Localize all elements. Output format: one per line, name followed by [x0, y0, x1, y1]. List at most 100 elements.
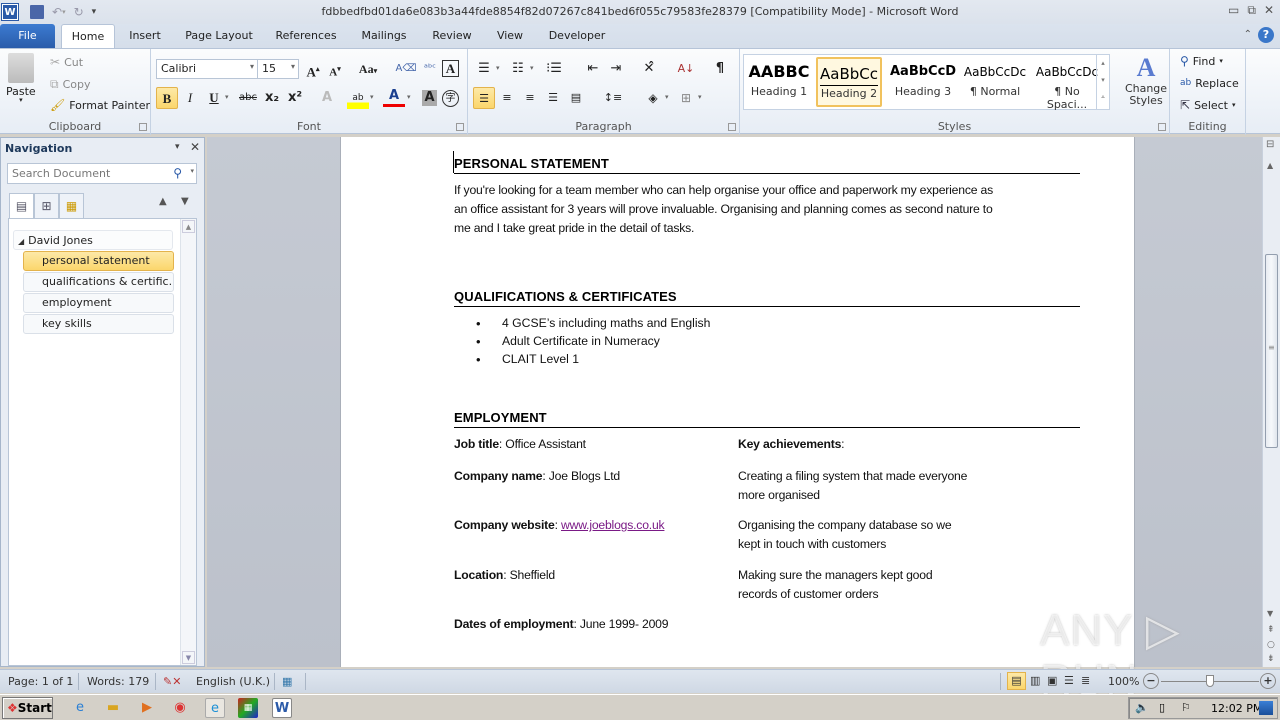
paragraph-launcher-icon[interactable]: [728, 123, 736, 131]
style-normal[interactable]: AaBbCcDc ¶ Normal: [962, 57, 1028, 107]
company-website-link[interactable]: www.joeblogs.co.uk: [561, 518, 665, 532]
highlight-color-icon[interactable]: ab: [347, 87, 369, 109]
tree-item-employment[interactable]: employment: [23, 293, 174, 313]
tab-references[interactable]: References: [268, 24, 344, 48]
numbering-icon[interactable]: ☷: [507, 58, 529, 80]
tab-browse-headings[interactable]: ▤: [9, 193, 34, 219]
scroll-down-icon[interactable]: ▼: [1267, 609, 1273, 618]
zoom-level[interactable]: 100%: [1108, 675, 1139, 688]
justify-icon[interactable]: ☰: [542, 87, 564, 109]
copy-button[interactable]: ⧉ Copy: [50, 76, 90, 92]
borders-icon[interactable]: ⊞: [675, 87, 697, 109]
media-player-icon[interactable]: ▶: [137, 698, 157, 718]
bullets-dropdown-icon[interactable]: ▾: [496, 64, 500, 72]
align-right-icon[interactable]: ≡: [519, 87, 541, 109]
clock[interactable]: 12:02 PM: [1211, 702, 1262, 715]
font-color-icon[interactable]: A: [383, 87, 405, 107]
decrease-indent-icon[interactable]: ⇤: [582, 58, 604, 80]
proofing-icon[interactable]: ✎✕: [163, 675, 181, 688]
show-formatting-marks-button[interactable]: ¶: [709, 58, 731, 80]
style-heading-3[interactable]: AaBbCcD Heading 3: [890, 57, 956, 107]
collapse-triangle-icon[interactable]: ◢: [18, 237, 24, 246]
scroll-up-icon[interactable]: ▲: [182, 220, 195, 233]
winrar-icon[interactable]: ▦: [238, 698, 258, 718]
language-indicator[interactable]: English (U.K.): [196, 675, 270, 688]
zoom-in-icon[interactable]: +: [1260, 673, 1276, 689]
tab-view[interactable]: View: [489, 24, 531, 48]
tab-browse-results[interactable]: ▦: [59, 193, 84, 219]
word-count[interactable]: Words: 179: [87, 675, 149, 688]
align-center-icon[interactable]: ≡: [496, 87, 518, 109]
document-page[interactable]: PERSONAL STATEMENT If you're looking for…: [340, 137, 1135, 667]
change-case-button[interactable]: Aa▾: [354, 58, 382, 80]
web-layout-icon[interactable]: ▣: [1047, 674, 1057, 687]
network-icon[interactable]: ▯: [1159, 701, 1165, 714]
paste-button[interactable]: Paste ▾: [6, 53, 36, 104]
draft-view-icon[interactable]: ≣: [1081, 674, 1090, 687]
styles-scroll[interactable]: ▴ ▾ ⩡: [1096, 55, 1109, 109]
character-border-icon[interactable]: A: [442, 60, 459, 77]
grow-font-icon[interactable]: A▴: [302, 58, 324, 80]
volume-icon[interactable]: 🔈: [1135, 701, 1149, 714]
sort-icon[interactable]: A↓: [675, 58, 697, 80]
previous-heading-icon[interactable]: ▲: [159, 196, 167, 207]
font-size-combo[interactable]: 15 ▾: [257, 59, 299, 79]
close-icon[interactable]: ✕: [1264, 3, 1274, 18]
restore-icon[interactable]: ⧉: [1247, 3, 1256, 18]
increase-indent-icon[interactable]: ⇥: [605, 58, 627, 80]
next-page-icon[interactable]: ⇟: [1267, 654, 1275, 664]
minimize-ribbon-icon[interactable]: ⌃: [1244, 29, 1252, 40]
close-icon[interactable]: ✕: [190, 140, 200, 154]
tree-item-personal-statement[interactable]: personal statement: [23, 251, 174, 271]
shading-icon[interactable]: ◈: [642, 87, 664, 109]
zoom-out-icon[interactable]: −: [1143, 673, 1159, 689]
chrome-icon[interactable]: ◉: [170, 698, 190, 718]
align-left-icon[interactable]: ☰: [473, 87, 495, 109]
bullets-icon[interactable]: ☰: [473, 58, 495, 80]
font-color-dropdown-icon[interactable]: ▾: [407, 93, 411, 101]
page-count[interactable]: Page: 1 of 1: [8, 675, 73, 688]
line-spacing-icon[interactable]: ↕≡: [602, 87, 624, 109]
help-icon[interactable]: ?: [1258, 27, 1274, 43]
start-button[interactable]: ❖Start: [2, 697, 53, 719]
tab-mailings[interactable]: Mailings: [352, 24, 416, 48]
vertical-scrollbar[interactable]: ⊟ ▲ ≡ ▼ ⇞ ○ ⇟: [1262, 137, 1280, 667]
search-icon[interactable]: ⚲: [173, 166, 182, 180]
shrink-font-icon[interactable]: A▾: [324, 58, 346, 80]
text-effects-icon[interactable]: ᵃᵇᶜ: [419, 58, 441, 80]
full-screen-reading-icon[interactable]: ▥: [1030, 674, 1040, 687]
subscript-button[interactable]: x₂: [261, 87, 283, 109]
tab-page-layout[interactable]: Page Layout: [180, 24, 258, 48]
cut-button[interactable]: ✂ Cut: [50, 54, 83, 70]
scroll-thumb[interactable]: ≡: [1265, 254, 1278, 448]
select-button[interactable]: ⇱ Select ▾: [1180, 97, 1236, 113]
styles-launcher-icon[interactable]: [1158, 123, 1166, 131]
print-layout-view-icon[interactable]: ▤: [1007, 672, 1026, 690]
select-browse-object-icon[interactable]: ○: [1267, 640, 1275, 650]
shading-dropdown-icon[interactable]: ▾: [665, 93, 669, 101]
multilevel-list-icon[interactable]: ⁝☰: [543, 58, 565, 80]
action-center-flag-icon[interactable]: ⚐: [1181, 701, 1191, 714]
italic-button[interactable]: I: [179, 87, 201, 109]
find-button[interactable]: ⚲ Find ▾: [1180, 53, 1223, 69]
internet-explorer-icon[interactable]: e: [70, 698, 90, 718]
numbering-dropdown-icon[interactable]: ▾: [530, 64, 534, 72]
show-desktop-icon[interactable]: [1259, 701, 1273, 715]
tree-item-qualifications[interactable]: qualifications & certific...: [23, 272, 174, 292]
tab-developer[interactable]: Developer: [543, 24, 611, 48]
clear-formatting-icon[interactable]: A⌫: [395, 58, 417, 80]
style-no-spacing[interactable]: AaBbCcDc ¶ No Spaci...: [1034, 57, 1100, 111]
tab-browse-pages[interactable]: ⊞: [34, 193, 59, 219]
zoom-slider-thumb[interactable]: [1206, 675, 1214, 687]
file-explorer-icon[interactable]: ▬: [103, 698, 123, 718]
change-styles-button[interactable]: A Change Styles: [1123, 53, 1169, 107]
tree-item-key-skills[interactable]: key skills: [23, 314, 174, 334]
minimize-icon[interactable]: ▭: [1228, 3, 1239, 18]
asian-layout-icon[interactable]: ✕̂: [638, 58, 660, 80]
text-effects-button[interactable]: A: [316, 87, 338, 109]
tab-insert[interactable]: Insert: [122, 24, 168, 48]
style-heading-2[interactable]: AaBbCc Heading 2: [816, 57, 882, 107]
format-painter-button[interactable]: 🖌 Format Painter: [50, 97, 150, 113]
underline-dropdown-icon[interactable]: ▾: [225, 93, 229, 101]
style-heading-1[interactable]: AABBC Heading 1: [746, 57, 812, 107]
